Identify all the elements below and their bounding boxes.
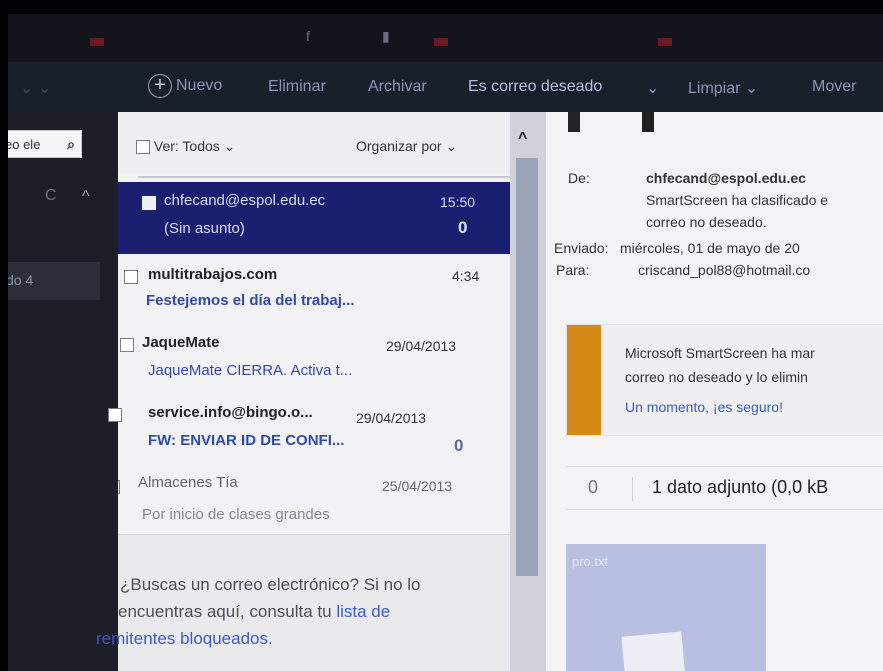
outlook-window: f ▮ ⌄ ⌄ + Nuevo Eliminar Archivar Es corr… bbox=[0, 0, 883, 671]
safe-link[interactable]: Un momento, ¡es seguro! bbox=[625, 399, 783, 415]
list-item[interactable]: Almacenes Tía 25/04/2013 Por inicio de c… bbox=[118, 464, 510, 532]
message-sender: chfecand@espol.edu.ec bbox=[164, 192, 326, 209]
search-icon[interactable]: ⌕ bbox=[67, 136, 75, 153]
divider bbox=[138, 176, 510, 178]
new-button[interactable]: + Nuevo bbox=[148, 74, 222, 98]
search-input[interactable]: eo ele ⌕ bbox=[0, 130, 82, 158]
from-value[interactable]: chfecand@espol.edu.ec bbox=[646, 170, 806, 186]
scroll-thumb[interactable] bbox=[516, 158, 538, 576]
view-filter[interactable]: Ver: Todos ⌄ bbox=[136, 138, 235, 155]
attachment-icon: 0 bbox=[458, 218, 468, 237]
row-checkbox[interactable] bbox=[120, 338, 134, 352]
plus-icon: + bbox=[148, 74, 172, 98]
message-subject: Por inicio de clases grandes bbox=[142, 506, 330, 523]
screen-bezel bbox=[0, 0, 883, 14]
junk-warning-banner: Microsoft SmartScreen ha mar correo no d… bbox=[566, 324, 883, 436]
clean-label: Limpiar bbox=[688, 80, 741, 97]
message-subject: (Sin asunto) bbox=[164, 220, 245, 237]
delete-button[interactable]: Eliminar bbox=[268, 78, 326, 96]
attachment-count[interactable]: 1 dato adjunto (0,0 kB bbox=[652, 477, 828, 498]
screen-bezel-left bbox=[0, 0, 8, 671]
archive-button[interactable]: Archivar bbox=[368, 78, 427, 96]
blocked-senders-link[interactable]: lista de bbox=[336, 602, 390, 621]
reading-pane: De: chfecand@espol.edu.ec SmartScreen ha… bbox=[546, 112, 883, 671]
clean-button[interactable]: Limpiar ⌄ bbox=[688, 78, 758, 98]
warning-text-1: Microsoft SmartScreen ha mar bbox=[625, 345, 815, 361]
folder-item-junk[interactable]: do 4 bbox=[0, 262, 100, 300]
message-time: 29/04/2013 bbox=[356, 410, 427, 426]
warning-text-2: correo no deseado y lo elimin bbox=[625, 369, 808, 385]
list-item[interactable]: JaqueMate 29/04/2013 JaqueMate CIERRA. A… bbox=[118, 324, 510, 394]
sort-dropdown[interactable]: Organizar por ⌄ bbox=[356, 138, 457, 155]
red-mark bbox=[90, 38, 104, 46]
attachment-icon: 0 bbox=[454, 436, 464, 455]
row-checkbox[interactable] bbox=[108, 408, 122, 422]
list-item[interactable]: service.info@bingo.o... 29/04/2013 FW: E… bbox=[108, 394, 510, 464]
blocked-senders-link-2[interactable]: remitentes bloqueados bbox=[96, 629, 268, 648]
message-time: 4:34 bbox=[452, 268, 480, 284]
mark bbox=[568, 112, 580, 132]
search-text: eo ele bbox=[5, 137, 41, 152]
note-period: . bbox=[268, 629, 273, 648]
paperclip-icon: 0 bbox=[588, 477, 599, 497]
from-label: De: bbox=[568, 170, 590, 186]
collapse-icon[interactable]: ^ bbox=[82, 188, 90, 206]
note-text-2: encuentras aquí, consulta tu bbox=[118, 602, 332, 621]
message-time: 25/04/2013 bbox=[382, 478, 453, 494]
scrollbar[interactable]: ^ bbox=[510, 112, 546, 671]
scroll-up-icon[interactable]: ^ bbox=[518, 130, 527, 148]
junk-chevron-icon[interactable]: ⌄ bbox=[646, 78, 659, 98]
sent-value: miércoles, 01 de mayo de 20 bbox=[620, 240, 800, 256]
view-label: Ver: Todos bbox=[153, 138, 220, 154]
sort-label: Organizar por bbox=[356, 138, 442, 154]
row-checkbox[interactable] bbox=[118, 480, 120, 494]
command-toolbar: ⌄ ⌄ + Nuevo Eliminar Archivar Es correo d… bbox=[0, 62, 883, 112]
facebook-icon[interactable]: f bbox=[306, 28, 310, 44]
file-icon bbox=[621, 631, 687, 671]
refresh-icon[interactable]: C bbox=[45, 187, 57, 205]
to-label: Para: bbox=[556, 262, 590, 278]
row-checkbox[interactable] bbox=[124, 270, 138, 284]
message-list: Ver: Todos ⌄ Organizar por ⌄ chfecand@es… bbox=[96, 112, 510, 671]
list-header: Ver: Todos ⌄ Organizar por ⌄ bbox=[118, 112, 510, 174]
title-bar: f ▮ bbox=[0, 14, 883, 62]
mark bbox=[642, 112, 654, 132]
red-mark-3 bbox=[658, 38, 672, 46]
attachment-name: pro.txt bbox=[572, 554, 609, 569]
junk-button[interactable]: Es correo deseado bbox=[468, 78, 602, 96]
note-text-1: ¿Buscas un correo electrónico? Si no lo bbox=[120, 575, 421, 594]
sent-label: Enviado: bbox=[554, 240, 609, 256]
red-mark-2 bbox=[434, 38, 448, 46]
folder-pane bbox=[0, 112, 118, 671]
message-sender: multitrabajos.com bbox=[148, 266, 278, 283]
new-label: Nuevo bbox=[176, 77, 223, 95]
message-time: 15:50 bbox=[440, 194, 476, 210]
list-item[interactable]: chfecand@espol.edu.ec 15:50 (Sin asunto)… bbox=[118, 182, 510, 254]
warning-bar bbox=[567, 325, 601, 435]
divider bbox=[632, 477, 633, 501]
message-subject: FW: ENVIAR ID DE CONFI... bbox=[148, 432, 345, 449]
smartscreen-note: SmartScreen ha clasificado e bbox=[646, 192, 829, 208]
select-all-checkbox[interactable] bbox=[136, 140, 150, 155]
attachment-bar: 0 1 dato adjunto (0,0 kB bbox=[566, 466, 883, 510]
smartscreen-note-2: correo no deseado. bbox=[646, 214, 767, 230]
to-value: criscand_pol88@hotmail.co bbox=[638, 262, 811, 278]
folder-label: do 4 bbox=[6, 272, 34, 288]
row-checkbox[interactable] bbox=[142, 196, 156, 210]
message-subject: Festejemos el día del trabaj... bbox=[146, 292, 355, 309]
blocked-senders-note: ¿Buscas un correo electrónico? Si no lo … bbox=[96, 534, 510, 671]
document-icon[interactable]: ▮ bbox=[382, 28, 390, 45]
message-subject: JaqueMate CIERRA. Activa t... bbox=[148, 362, 353, 379]
move-button[interactable]: Mover bbox=[812, 78, 856, 96]
message-sender: service.info@bingo.o... bbox=[148, 404, 313, 421]
message-sender: JaqueMate bbox=[142, 334, 220, 351]
list-item[interactable]: multitrabajos.com 4:34 Festejemos el día… bbox=[118, 254, 510, 324]
message-time: 29/04/2013 bbox=[386, 338, 457, 354]
chevron-down-icon[interactable]: ⌄ ⌄ bbox=[20, 78, 51, 98]
attachment-thumbnail[interactable]: pro.txt bbox=[566, 544, 766, 671]
message-sender: Almacenes Tía bbox=[138, 474, 238, 491]
